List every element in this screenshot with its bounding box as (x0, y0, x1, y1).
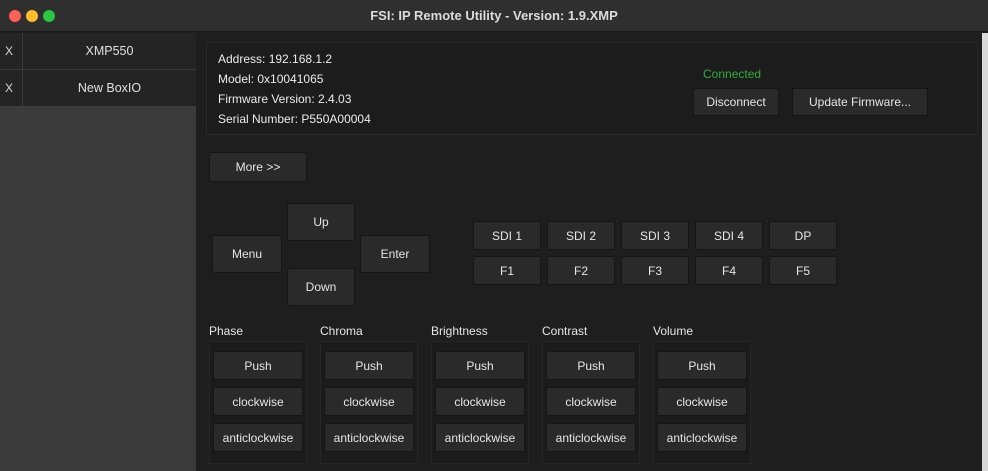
contrast-anticlockwise-button[interactable]: anticlockwise (546, 423, 636, 452)
phase-controls: Push clockwise anticlockwise (209, 341, 307, 464)
more-button[interactable]: More >> (209, 152, 307, 182)
window-title: FSI: IP Remote Utility - Version: 1.9.XM… (370, 8, 618, 23)
device-info-panel: Address: 192.168.1.2 Model: 0x10041065 F… (206, 42, 978, 135)
down-button[interactable]: Down (287, 268, 355, 306)
f3-button[interactable]: F3 (621, 256, 689, 285)
brightness-clockwise-button[interactable]: clockwise (435, 387, 525, 416)
contrast-label: Contrast (542, 324, 588, 338)
chroma-anticlockwise-button[interactable]: anticlockwise (324, 423, 414, 452)
input-sdi3-button[interactable]: SDI 3 (621, 221, 689, 250)
f1-button[interactable]: F1 (473, 256, 541, 285)
input-dp-button[interactable]: DP (769, 221, 837, 250)
volume-controls: Push clockwise anticlockwise (653, 341, 751, 464)
volume-push-button[interactable]: Push (657, 351, 747, 380)
scrollbar[interactable] (982, 33, 988, 471)
disconnect-button[interactable]: Disconnect (693, 88, 779, 116)
phase-push-button[interactable]: Push (213, 351, 303, 380)
chroma-label: Chroma (320, 324, 363, 338)
device-item-new-boxio[interactable]: X New BoxIO (0, 70, 196, 107)
brightness-label: Brightness (431, 324, 488, 338)
address-text: Address: 192.168.1.2 (218, 52, 333, 66)
input-sdi2-button[interactable]: SDI 2 (547, 221, 615, 250)
model-text: Model: 0x10041065 (218, 72, 324, 86)
remove-device-button[interactable]: X (5, 81, 19, 95)
chroma-clockwise-button[interactable]: clockwise (324, 387, 414, 416)
f4-button[interactable]: F4 (695, 256, 763, 285)
contrast-controls: Push clockwise anticlockwise (542, 341, 640, 464)
f2-button[interactable]: F2 (547, 256, 615, 285)
device-item-xmp550[interactable]: X XMP550 (0, 33, 196, 70)
device-sidebar: X XMP550 X New BoxIO (0, 33, 196, 471)
input-sdi1-button[interactable]: SDI 1 (473, 221, 541, 250)
brightness-controls: Push clockwise anticlockwise (431, 341, 529, 464)
device-name: XMP550 (85, 44, 134, 58)
chroma-push-button[interactable]: Push (324, 351, 414, 380)
volume-label: Volume (653, 324, 694, 338)
contrast-clockwise-button[interactable]: clockwise (546, 387, 636, 416)
device-name: New BoxIO (77, 81, 142, 95)
f5-button[interactable]: F5 (769, 256, 837, 285)
brightness-anticlockwise-button[interactable]: anticlockwise (435, 423, 525, 452)
contrast-push-button[interactable]: Push (546, 351, 636, 380)
chroma-controls: Push clockwise anticlockwise (320, 341, 418, 464)
remove-device-button[interactable]: X (5, 44, 19, 58)
main-panel: Address: 192.168.1.2 Model: 0x10041065 F… (197, 33, 988, 471)
menu-button[interactable]: Menu (212, 235, 282, 273)
connection-status: Connected (703, 67, 762, 81)
enter-button[interactable]: Enter (360, 235, 430, 273)
title-bar: FSI: IP Remote Utility - Version: 1.9.XM… (0, 0, 988, 32)
update-firmware-button[interactable]: Update Firmware... (792, 88, 928, 116)
up-button[interactable]: Up (287, 203, 355, 241)
volume-clockwise-button[interactable]: clockwise (657, 387, 747, 416)
phase-clockwise-button[interactable]: clockwise (213, 387, 303, 416)
input-sdi4-button[interactable]: SDI 4 (695, 221, 763, 250)
phase-label: Phase (209, 324, 244, 338)
firmware-text: Firmware Version: 2.4.03 (218, 92, 352, 106)
serial-text: Serial Number: P550A00004 (218, 112, 371, 126)
volume-anticlockwise-button[interactable]: anticlockwise (657, 423, 747, 452)
phase-anticlockwise-button[interactable]: anticlockwise (213, 423, 303, 452)
brightness-push-button[interactable]: Push (435, 351, 525, 380)
